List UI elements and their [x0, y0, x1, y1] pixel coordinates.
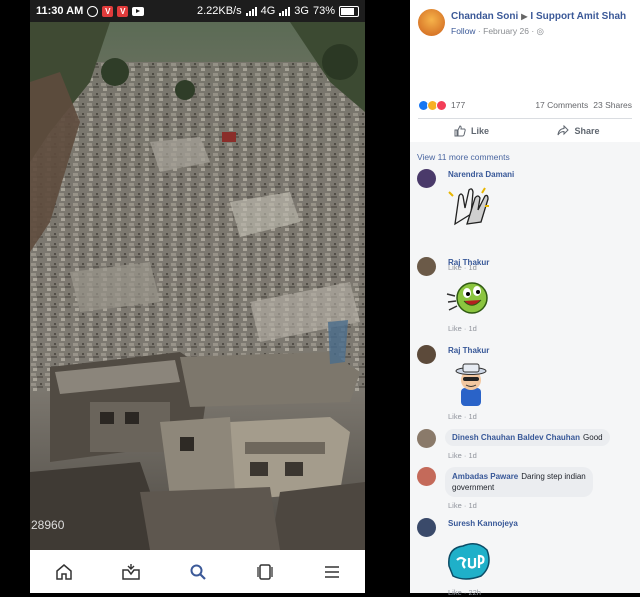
post-actions: Like Share: [418, 118, 632, 144]
like-label: Like: [470, 126, 489, 136]
pages-icon[interactable]: [252, 559, 278, 585]
commenter-name[interactable]: Ambadas Paware: [452, 472, 518, 481]
comment-time[interactable]: 1d: [468, 412, 476, 421]
facebook-post-panel: Chandan Soni ▶ I Support Amit Shah Follow …: [410, 0, 640, 597]
comment-time[interactable]: 1d: [468, 501, 476, 510]
shares-count[interactable]: 23 Shares: [593, 100, 632, 110]
comment-text: Daring step indian: [521, 472, 586, 481]
page-name[interactable]: I Support Amit Shah: [530, 11, 626, 22]
author-name[interactable]: Chandan Soni: [451, 11, 518, 22]
post-date[interactable]: February 26: [483, 26, 529, 36]
youtube-icon: [132, 6, 145, 16]
vivo-icon: V: [102, 5, 114, 17]
bottom-navigation: [30, 550, 365, 593]
reaction-count[interactable]: 177: [451, 100, 465, 110]
comment-like-link[interactable]: Like: [448, 451, 462, 460]
comment-like-link[interactable]: Like: [448, 501, 462, 510]
commenter-name[interactable]: Dinesh Chauhan Baldev Chauhan: [452, 433, 580, 442]
comment-time[interactable]: 1d: [468, 324, 476, 333]
globe-icon: ◎: [536, 26, 544, 36]
status-bar: 11:30 AM V V 2.22KB/s 4G 3G 73%: [30, 0, 365, 22]
comment-bubble: Dinesh Chauhan Baldev Chauhan Good: [445, 429, 610, 446]
signal-icon-2: [279, 6, 291, 16]
photo-watermark: 28960: [31, 518, 65, 532]
battery-icon: [339, 5, 359, 17]
cool-hat-sticker: [445, 360, 493, 408]
reactions-bar: 177 17 Comments 23 Shares: [418, 98, 632, 112]
inbox-icon[interactable]: [118, 559, 144, 585]
share-button[interactable]: Share: [525, 119, 632, 143]
clapping-hands-sticker: [445, 184, 493, 232]
comment-like-link[interactable]: Like: [448, 324, 462, 333]
comment-bubble: Ambadas Paware Daring step indian governm…: [445, 467, 593, 497]
comments-section: View 11 more comments Narendra Damani Li…: [410, 142, 640, 597]
comment-time[interactable]: 1d: [468, 451, 476, 460]
commenter-avatar[interactable]: [417, 518, 436, 537]
battery-percent: 73%: [312, 5, 335, 17]
network-type-1: 4G: [260, 5, 276, 17]
commenter-name[interactable]: Raj Thakur: [448, 346, 489, 355]
view-more-comments[interactable]: View 11 more comments: [417, 152, 510, 162]
comment-like-time: Like · 1d: [448, 501, 477, 510]
commenter-name[interactable]: Suresh Kannojeya: [448, 519, 518, 528]
comment-like-time: Like · 1d: [448, 324, 477, 333]
commenter-avatar[interactable]: [417, 169, 436, 188]
signal-icon: [245, 6, 257, 16]
follow-link[interactable]: Follow: [451, 26, 476, 36]
search-icon[interactable]: [185, 559, 211, 585]
sup-sticker: [445, 536, 493, 584]
thumbs-up-icon: [454, 125, 466, 137]
comment-text-line-2: government: [452, 483, 495, 492]
commenter-avatar[interactable]: [417, 257, 436, 276]
phone-screenshot: 11:30 AM V V 2.22KB/s 4G 3G 73% 28960: [0, 0, 410, 593]
green-laughing-sticker: [445, 272, 493, 320]
share-icon: [557, 125, 570, 136]
post-meta: Follow · February 26 · ◎: [451, 26, 544, 36]
commenter-avatar[interactable]: [417, 429, 436, 448]
comment-like-link[interactable]: Like: [448, 412, 462, 421]
disaster-photo[interactable]: [30, 22, 365, 550]
arrow-right-icon: ▶: [521, 12, 528, 21]
comment-like-time: Like · 1d: [448, 451, 477, 460]
comments-count[interactable]: 17 Comments: [535, 100, 588, 110]
share-label: Share: [574, 126, 600, 136]
network-type-2: 3G: [294, 5, 309, 17]
whatsapp-icon: [87, 5, 99, 17]
status-time: 11:30 AM: [36, 5, 84, 17]
post-author-line: Chandan Soni ▶ I Support Amit Shah: [451, 11, 626, 22]
love-reaction-icon: [436, 99, 447, 111]
commenter-avatar[interactable]: [417, 345, 436, 364]
commenter-name[interactable]: Narendra Damani: [448, 170, 514, 179]
network-speed: 2.22KB/s: [196, 5, 242, 17]
commenter-avatar[interactable]: [417, 467, 436, 486]
comment-like-time: Like · 1d: [448, 412, 477, 421]
comment-text: Good: [583, 433, 603, 442]
like-button[interactable]: Like: [418, 119, 525, 143]
author-avatar[interactable]: [418, 9, 445, 36]
commenter-name[interactable]: Raj Thakur: [448, 258, 489, 267]
vivo-icon-2: V: [117, 5, 129, 17]
menu-icon[interactable]: [319, 559, 345, 585]
home-icon[interactable]: [51, 559, 77, 585]
